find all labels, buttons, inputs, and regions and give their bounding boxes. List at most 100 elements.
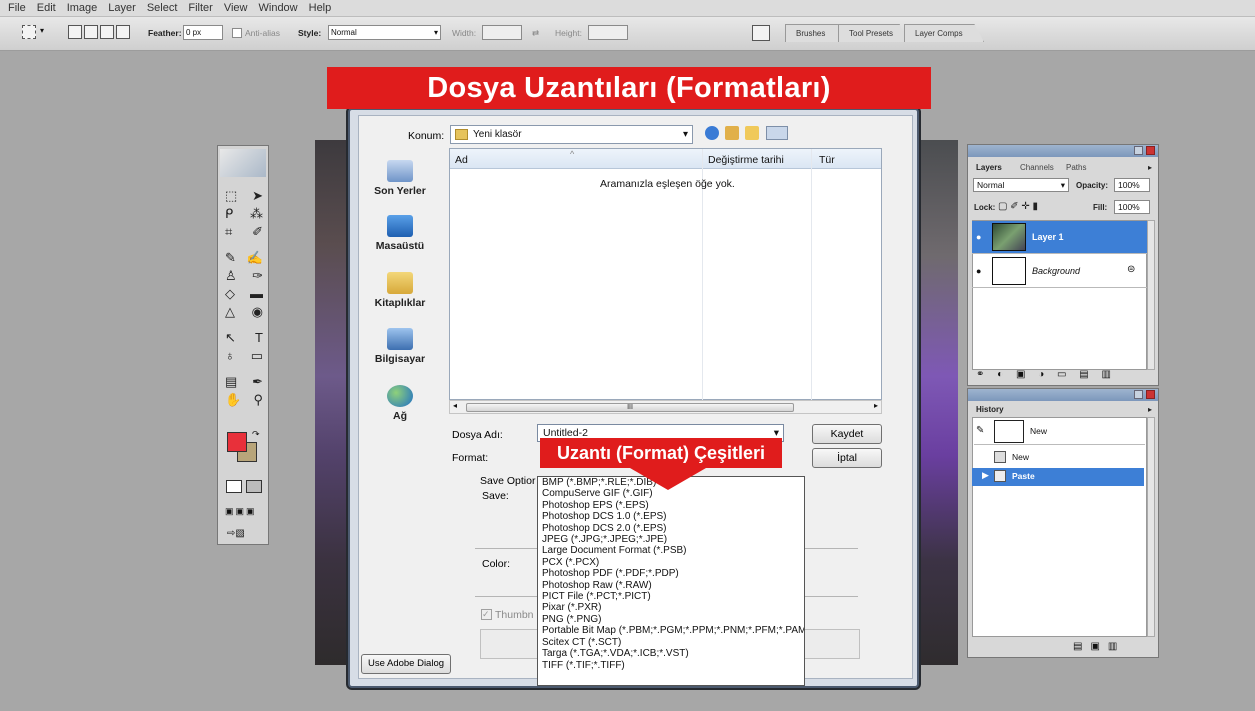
subtract-selection-icon[interactable] [100,25,114,39]
lock-icons[interactable]: ▢ ✐ ✛ ▮ [998,201,1038,212]
menu-help[interactable]: Help [309,2,332,14]
format-option[interactable]: Photoshop Raw (*.RAW) [542,580,804,591]
menu-window[interactable]: Window [259,2,298,14]
layers-footer-icons[interactable]: ⚭ ◐ ▣ ◑ ▭ ▤ ▥ [976,369,1151,383]
feather-input[interactable]: 0 px [183,25,223,40]
format-option[interactable]: Pixar (*.PXR) [542,602,804,613]
save-button[interactable]: Kaydet [812,424,882,444]
style-select[interactable]: Normal ▾ [328,25,441,40]
column-name[interactable]: Ad [455,154,468,166]
shape-icon[interactable]: ▭ [251,348,263,363]
layers-scrollbar[interactable] [1147,220,1155,370]
use-adobe-dialog-button[interactable]: Use Adobe Dialog [361,654,451,674]
menu-image[interactable]: Image [67,2,98,14]
history-item[interactable]: New [972,449,1144,467]
up-folder-icon[interactable] [725,126,739,140]
notes-icon[interactable]: ▤ [225,374,237,389]
layer-row[interactable]: ● Background ⊜ [972,255,1147,288]
marquee-tool-icon[interactable] [22,25,36,39]
close-icon[interactable] [1146,390,1155,399]
cancel-button[interactable]: İptal [812,448,882,468]
path-select-icon[interactable]: ↖ [225,330,236,345]
history-item[interactable]: ▶ Paste [972,468,1144,486]
place-desktop[interactable]: Masaüstü [368,215,432,252]
rect-marquee-icon[interactable]: ⬚ [225,188,237,203]
scroll-right-icon[interactable]: ▸ [874,401,878,410]
horizontal-scrollbar[interactable]: ◂ III ▸ [449,400,882,414]
intersect-selection-icon[interactable] [116,25,130,39]
format-option[interactable]: Large Document Format (*.PSB) [542,545,804,556]
new-folder-icon[interactable] [745,126,759,140]
swap-icon[interactable]: ⇄ [532,28,539,39]
scroll-thumb[interactable]: III [466,403,794,412]
new-selection-icon[interactable] [68,25,82,39]
antialias-checkbox[interactable] [232,28,242,38]
eraser-icon[interactable]: ◇ [225,286,235,301]
history-brush-icon[interactable]: ✑ [252,268,263,283]
blur-icon[interactable]: △ [225,304,235,319]
format-option[interactable]: TIFF (*.TIF;*.TIFF) [542,660,804,671]
pen-icon[interactable]: ♁ [225,348,235,363]
fill-input[interactable]: 100% [1114,200,1150,214]
height-input[interactable] [588,25,628,40]
palette-well-icon[interactable] [752,25,770,41]
format-option[interactable]: PCX (*.PCX) [542,557,804,568]
screen-mode-icon[interactable]: ▣▣▣ [225,506,263,518]
opacity-input[interactable]: 100% [1114,178,1150,192]
location-select[interactable]: Yeni klasör ▾ [450,125,693,144]
place-network[interactable]: Ağ [368,385,432,422]
slice-icon[interactable]: ✐ [252,224,263,239]
lasso-icon[interactable]: ᑭ [225,206,233,221]
magic-wand-icon[interactable]: ⁂ [250,206,263,221]
format-option[interactable]: PICT File (*.PCT;*.PICT) [542,591,804,602]
zoom-icon[interactable]: ⚲ [253,392,263,407]
history-scrollbar[interactable] [1147,417,1155,637]
history-footer-icons[interactable]: ▤▣▥ [1073,641,1153,655]
column-type[interactable]: Tür [819,154,835,166]
quick-mask-icon[interactable] [246,480,262,493]
eyedropper-icon[interactable]: ✒ [252,374,263,389]
tab-history[interactable]: History [976,405,1004,414]
minimize-icon[interactable] [1134,390,1143,399]
hand-icon[interactable]: ✋ [225,392,241,407]
format-option[interactable]: Portable Bit Map (*.PBM;*.PGM;*.PPM;*.PN… [542,625,804,636]
format-dropdown-list[interactable]: BMP (*.BMP;*.RLE;*.DIB) CompuServe GIF (… [537,476,805,686]
type-tool-icon[interactable]: T [255,330,263,345]
move-tool-icon[interactable]: ➤ [252,188,263,203]
dodge-icon[interactable]: ◉ [252,304,263,319]
format-option[interactable]: Photoshop EPS (*.EPS) [542,500,804,511]
format-option[interactable]: Scitex CT (*.SCT) [542,637,804,648]
menu-file[interactable]: File [8,2,26,14]
column-date[interactable]: Değiştirme tarihi [708,154,784,166]
stamp-icon[interactable]: ♙ [225,268,237,283]
place-computer[interactable]: Bilgisayar [368,328,432,365]
gradient-icon[interactable]: ▬ [250,286,263,301]
panel-menu-icon[interactable]: ▸ [1148,405,1152,414]
blend-mode-select[interactable]: Normal ▾ [973,178,1069,192]
tab-brushes[interactable]: Brushes [785,24,845,42]
tab-tool-presets[interactable]: Tool Presets [838,24,908,42]
history-snapshot[interactable]: ✎ New [974,419,1145,445]
imageready-icon[interactable]: ⇨▧ [227,528,261,542]
format-option[interactable]: PNG (*.PNG) [542,614,804,625]
format-option[interactable]: Photoshop PDF (*.PDF;*.PDP) [542,568,804,579]
back-icon[interactable] [705,126,719,140]
menu-view[interactable]: View [224,2,248,14]
scroll-left-icon[interactable]: ◂ [453,401,457,410]
tab-paths[interactable]: Paths [1066,163,1086,172]
add-selection-icon[interactable] [84,25,98,39]
eye-icon[interactable]: ● [976,232,981,242]
panel-menu-icon[interactable]: ▸ [1148,163,1152,172]
menu-edit[interactable]: Edit [37,2,56,14]
eye-icon[interactable]: ● [976,266,981,276]
file-list[interactable]: Ad ^ Değiştirme tarihi Tür Aramanızla eş… [449,148,882,401]
format-option[interactable]: JPEG (*.JPG;*.JPEG;*.JPE) [542,534,804,545]
brush-icon[interactable]: ✍ [247,250,263,265]
format-option[interactable]: Photoshop DCS 2.0 (*.EPS) [542,523,804,534]
chevron-down-icon[interactable]: ▾ [40,26,44,35]
view-menu-icon[interactable] [766,126,788,140]
format-option[interactable]: Targa (*.TGA;*.VDA;*.ICB;*.VST) [542,648,804,659]
close-icon[interactable] [1146,146,1155,155]
swap-colors-icon[interactable]: ↷ [252,429,260,440]
layer-row[interactable]: ● Layer 1 [972,221,1147,254]
